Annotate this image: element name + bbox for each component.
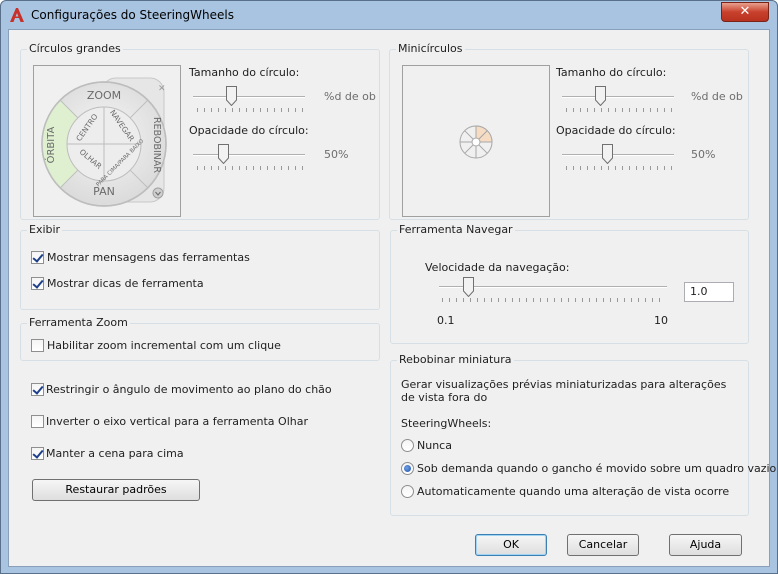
ok-button[interactable]: OK — [475, 534, 547, 556]
steeringwheels-label: SteeringWheels: — [401, 417, 492, 430]
display-title: Exibir — [27, 223, 63, 236]
mini-size-slider[interactable] — [595, 86, 607, 106]
walk-speed-min: 0.1 — [437, 314, 455, 327]
rewind-automatic-radio[interactable] — [401, 485, 414, 498]
zoom-tool-title: Ferramenta Zoom — [27, 316, 130, 329]
show-tips-checkbox[interactable] — [31, 277, 44, 290]
big-opacity-track — [193, 154, 305, 156]
show-tips-label[interactable]: Mostrar dicas de ferramenta — [47, 277, 204, 290]
show-messages-label[interactable]: Mostrar mensagens das ferramentas — [47, 251, 250, 264]
window-title: Configurações do SteeringWheels — [31, 8, 234, 22]
mini-wheel-preview — [402, 65, 550, 217]
mini-opacity-track — [562, 154, 674, 156]
rewind-never-label[interactable]: Nunca — [417, 439, 452, 452]
invert-axis-label[interactable]: Inverter o eixo vertical para a ferramen… — [46, 415, 308, 428]
mini-opacity-ticks — [566, 166, 672, 170]
show-messages-checkbox[interactable] — [31, 251, 44, 264]
walk-speed-max: 10 — [654, 314, 668, 327]
big-opacity-ticks — [197, 166, 303, 170]
rewind-never-radio[interactable] — [401, 439, 414, 452]
big-size-label: Tamanho do círculo: — [189, 66, 300, 79]
wheel-close-icon: ✕ — [158, 84, 166, 94]
restrict-angle-checkbox[interactable] — [31, 383, 44, 396]
mini-size-label: Tamanho do círculo: — [556, 66, 667, 79]
wheel-orbit-label: ÓRBITA — [44, 126, 57, 163]
autocad-logo-icon — [10, 8, 24, 22]
wheel-menu-icon — [152, 187, 164, 199]
walk-speed-label: Velocidade da navegação: — [425, 261, 570, 274]
walk-tool-group: Ferramenta Navegar Velocidade da navegaç… — [390, 223, 749, 344]
restore-defaults-button[interactable]: Restaurar padrões — [32, 479, 200, 501]
walk-speed-slider[interactable] — [462, 277, 474, 297]
big-wheel-preview: ZOOM PAN ÓRBITA REBOBINAR CENTRO NAVEGAR… — [33, 65, 181, 217]
mini-wheel-image — [459, 125, 493, 159]
big-opacity-value: 50% — [324, 148, 349, 161]
big-opacity-label: Opacidade do círculo: — [189, 124, 309, 137]
dialog-client: Círculos grandes ZOOM PAN ÓRBITA REBOBIN… — [8, 29, 776, 567]
big-size-slider[interactable] — [226, 86, 238, 106]
wheel-rewind-label: REBOBINAR — [151, 117, 162, 173]
wheel-pan-label: PAN — [93, 185, 115, 198]
big-size-ticks — [197, 108, 303, 112]
display-group: Exibir Mostrar mensagens das ferramentas… — [20, 223, 380, 310]
steering-wheel-image: ZOOM PAN ÓRBITA REBOBINAR CENTRO NAVEGAR… — [41, 77, 167, 207]
rewind-thumbnail-group: Rebobinar miniatura Gerar visualizações … — [390, 353, 776, 516]
mini-wheels-group: Minicírculos Tamanho do círculo: %d de o… — [389, 42, 749, 220]
restrict-angle-label[interactable]: Restringir o ângulo de movimento ao plan… — [46, 383, 332, 396]
rewind-on-demand-radio[interactable] — [401, 462, 414, 475]
walk-speed-input[interactable]: 1.0 — [684, 282, 734, 302]
keep-scene-up-label[interactable]: Manter a cena para cima — [46, 447, 184, 460]
big-size-track — [193, 96, 305, 98]
walk-tool-title: Ferramenta Navegar — [397, 223, 515, 236]
rewind-description: Gerar visualizações prévias miniaturizad… — [401, 378, 727, 404]
title-bar[interactable]: Configurações do SteeringWheels ✕ — [1, 1, 777, 29]
cancel-button[interactable]: Cancelar — [567, 534, 639, 556]
big-wheels-group: Círculos grandes ZOOM PAN ÓRBITA REBOBIN… — [20, 42, 380, 220]
mini-opacity-value: 50% — [691, 148, 716, 161]
help-button[interactable]: Ajuda — [669, 534, 742, 556]
big-opacity-slider[interactable] — [218, 144, 230, 164]
mini-size-ticks — [566, 108, 672, 112]
incremental-zoom-label[interactable]: Habilitar zoom incremental com um clique — [47, 339, 281, 352]
rewind-thumbnail-title: Rebobinar miniatura — [397, 353, 514, 366]
invert-axis-checkbox[interactable] — [31, 415, 44, 428]
incremental-zoom-checkbox[interactable] — [31, 339, 44, 352]
mini-wheels-title: Minicírculos — [396, 42, 465, 55]
close-button[interactable]: ✕ — [721, 2, 769, 22]
zoom-tool-group: Ferramenta Zoom Habilitar zoom increment… — [20, 316, 380, 361]
wheel-zoom-label: ZOOM — [87, 89, 121, 102]
keep-scene-up-checkbox[interactable] — [31, 447, 44, 460]
mini-size-value: %d de ob — [691, 90, 743, 103]
rewind-automatic-label[interactable]: Automaticamente quando uma alteração de … — [417, 485, 729, 498]
walk-speed-ticks — [442, 298, 666, 302]
mini-size-track — [562, 96, 674, 98]
dialog-window: Configurações do SteeringWheels ✕ Círcul… — [0, 0, 778, 574]
rewind-on-demand-label[interactable]: Sob demanda quando o gancho é movido sob… — [417, 462, 776, 475]
big-size-value: %d de ob — [324, 90, 376, 103]
mini-opacity-label: Opacidade do círculo: — [556, 124, 676, 137]
big-wheels-title: Círculos grandes — [27, 42, 123, 55]
mini-opacity-slider[interactable] — [602, 144, 614, 164]
